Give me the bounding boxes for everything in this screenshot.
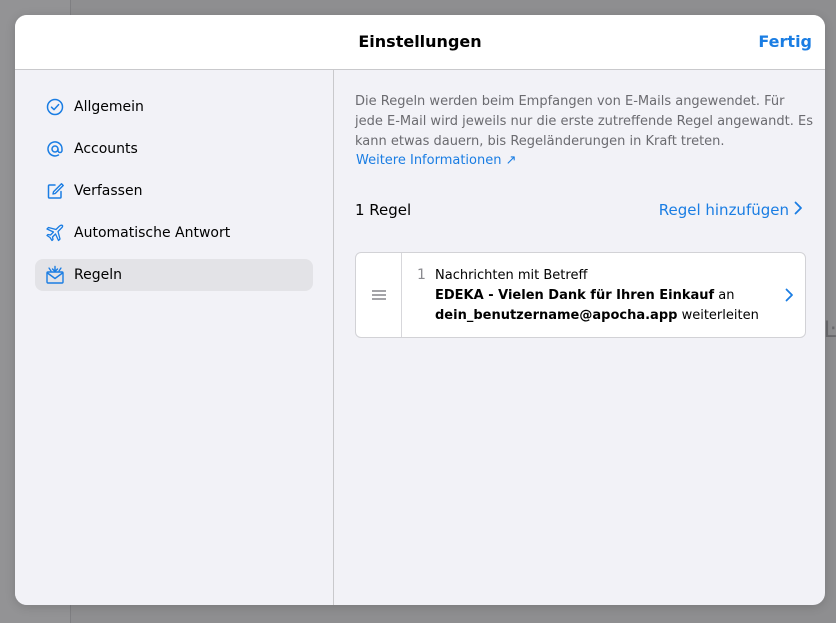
compose-icon [45, 181, 65, 201]
sidebar-item-accounts[interactable]: Accounts [35, 133, 313, 165]
chevron-right-icon [794, 201, 803, 219]
more-info-link[interactable]: Weitere Informationen ↗ [356, 153, 517, 168]
sidebar-item-label: Allgemein [74, 99, 144, 115]
sidebar-item-label: Accounts [74, 141, 138, 157]
rule-subject: EDEKA - Vielen Dank für Ihren Einkauf [435, 288, 715, 303]
rule-number: 1 [417, 267, 426, 283]
sidebar-item-verfassen[interactable]: Verfassen [35, 175, 313, 207]
sidebar-item-label: Verfassen [74, 183, 143, 199]
rule-action-line: dein_benutzername@apocha.app weiterleite… [435, 306, 775, 326]
rule-row[interactable]: 1 Nachrichten mit Betreff EDEKA - Vielen… [355, 252, 806, 338]
checkmark-circle-icon [45, 97, 65, 117]
add-rule-button[interactable]: Regel hinzufügen [659, 201, 803, 219]
at-sign-icon [45, 139, 65, 159]
chevron-right-icon [785, 287, 794, 306]
sidebar-item-regeln[interactable]: Regeln [35, 259, 313, 291]
sidebar-item-allgemein[interactable]: Allgemein [35, 91, 313, 123]
rules-count: 1 Regel [355, 201, 412, 219]
settings-modal: Einstellungen Fertig Allgemein Accounts … [15, 15, 825, 605]
rule-description: Nachrichten mit Betreff EDEKA - Vielen D… [435, 266, 775, 326]
modal-title: Einstellungen [358, 32, 482, 51]
rules-content: Die Regeln werden beim Empfangen von E-M… [334, 70, 825, 605]
airplane-icon [45, 223, 65, 243]
rule-recipient: dein_benutzername@apocha.app [435, 308, 678, 323]
done-button[interactable]: Fertig [758, 32, 812, 51]
modal-header: Einstellungen Fertig [15, 15, 825, 70]
rule-connector: an [718, 288, 735, 303]
rule-subject-line: EDEKA - Vielen Dank für Ihren Einkauf an [435, 286, 775, 306]
drag-handle-icon[interactable] [356, 253, 402, 337]
rules-info-text: Die Regeln werden beim Empfangen von E-M… [355, 94, 813, 149]
sidebar-item-label: Automatische Antwort [74, 225, 231, 241]
sidebar-item-automatische-antwort[interactable]: Automatische Antwort [35, 217, 313, 249]
background-text-fragment: Ŀ [823, 318, 836, 343]
rule-condition: Nachrichten mit Betreff [435, 268, 588, 283]
settings-sidebar: Allgemein Accounts Verfassen Automatisch… [15, 70, 334, 605]
sidebar-item-label: Regeln [74, 267, 122, 283]
add-rule-label: Regel hinzufügen [658, 201, 789, 219]
rule-action: weiterleiten [681, 308, 759, 323]
envelope-rules-icon [45, 265, 65, 285]
